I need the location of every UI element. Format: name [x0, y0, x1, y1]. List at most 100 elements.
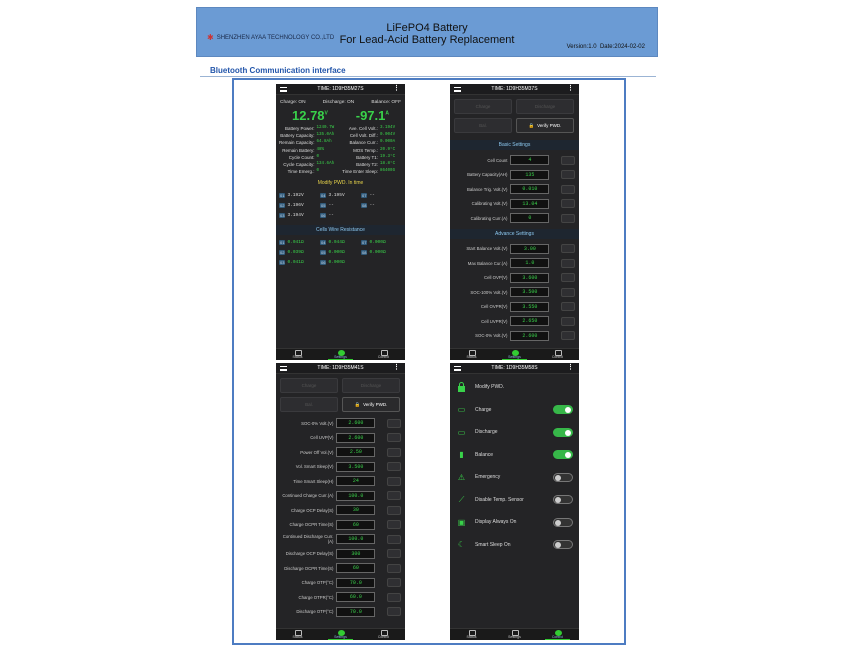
setting-send-button[interactable] — [561, 213, 575, 223]
setting-input[interactable]: 70.0 — [336, 577, 376, 588]
cell-item: 08 0.000Ω — [361, 248, 402, 256]
nav-status[interactable]: Status — [276, 349, 319, 360]
setting-send-button[interactable] — [561, 258, 575, 268]
setting-input[interactable]: 300 — [336, 548, 376, 559]
menu-icon[interactable] — [454, 87, 461, 92]
setting-input[interactable]: 3.600 — [510, 272, 550, 283]
modify-pwd-row[interactable]: Modify PWD. — [450, 376, 579, 399]
setting-send-button[interactable] — [561, 199, 575, 209]
setting-send-button[interactable] — [387, 592, 401, 602]
setting-send-button[interactable] — [561, 316, 575, 326]
setting-send-button[interactable] — [561, 184, 575, 194]
action-button-1[interactable]: Charge — [280, 378, 338, 393]
nav-control[interactable]: Control — [536, 629, 579, 640]
setting-input[interactable]: 2.50 — [336, 447, 376, 458]
toggle-row: ▣ Display Always On — [450, 511, 579, 534]
setting-send-button[interactable] — [387, 462, 401, 472]
menu-icon[interactable] — [454, 366, 461, 371]
setting-input[interactable]: 0 — [510, 213, 550, 224]
modify-pwd-label[interactable]: Modify PWD. In time — [276, 178, 405, 188]
setting-input[interactable]: 70.0 — [336, 606, 376, 617]
setting-send-button[interactable] — [387, 491, 401, 501]
more-icon[interactable]: ⋮ — [393, 363, 400, 372]
setting-input[interactable]: 60 — [336, 519, 376, 530]
setting-input[interactable]: 2.650 — [510, 316, 550, 327]
nav-status[interactable]: Status — [450, 629, 493, 640]
setting-input[interactable]: 3.00 — [510, 243, 550, 254]
nav-status[interactable]: Status — [276, 629, 319, 640]
setting-input[interactable]: 3.550 — [510, 301, 550, 312]
setting-input[interactable]: 0.010 — [510, 184, 550, 195]
setting-input[interactable]: 2.600 — [336, 432, 376, 443]
setting-input[interactable]: 2.600 — [336, 418, 376, 429]
setting-send-button[interactable] — [387, 520, 401, 530]
info-row: Time Enter Sleep: 86400S — [341, 168, 405, 175]
nav-settings[interactable]: Settings — [319, 349, 362, 360]
cell-value: 3.194V — [287, 212, 304, 218]
toggle-switch[interactable] — [553, 427, 573, 437]
setting-send-button[interactable] — [561, 287, 575, 297]
setting-input[interactable]: 1.0 — [510, 258, 550, 269]
setting-send-button[interactable] — [387, 433, 401, 443]
toggle-switch[interactable] — [553, 540, 573, 550]
setting-input[interactable]: 135 — [510, 169, 550, 180]
menu-icon[interactable] — [280, 366, 287, 371]
nav-settings[interactable]: Settings — [493, 349, 536, 360]
setting-input[interactable]: 30 — [336, 505, 376, 516]
action-button-1[interactable]: Charge — [454, 99, 512, 114]
nav-settings[interactable]: Settings — [493, 629, 536, 640]
setting-send-button[interactable] — [561, 302, 575, 312]
section-title: Bluetooth Communication interface — [210, 66, 346, 75]
action-button-2[interactable]: Discharge — [342, 378, 400, 393]
nav-status[interactable]: Status — [450, 349, 493, 360]
action-button-4[interactable]: 🔒 Verify PWD. — [342, 397, 400, 412]
action-button-3[interactable]: Bal. — [454, 118, 512, 133]
menu-icon[interactable] — [280, 87, 287, 92]
setting-send-button[interactable] — [561, 244, 575, 254]
setting-input[interactable]: 100.0 — [336, 534, 376, 545]
setting-input[interactable]: 3.500 — [336, 461, 376, 472]
setting-send-button[interactable] — [561, 170, 575, 180]
info-row: Time Emerg.: 0 — [277, 168, 341, 175]
nav-settings[interactable]: Settings — [319, 629, 362, 640]
action-button-2[interactable]: Discharge — [516, 99, 574, 114]
top-bar: TIME: 1D9H35M27S ⋮ — [276, 84, 405, 95]
more-icon[interactable]: ⋮ — [393, 84, 400, 93]
setting-input[interactable]: 60.0 — [336, 592, 376, 603]
setting-input[interactable]: 2.600 — [510, 330, 550, 341]
time-readout: TIME: 1D9H35M27S — [317, 86, 364, 92]
toggle-switch[interactable] — [553, 472, 573, 482]
setting-input[interactable]: 13.04 — [510, 198, 550, 209]
setting-input[interactable]: 100.0 — [336, 490, 376, 501]
action-button-3[interactable]: Bal. — [280, 397, 338, 412]
toggle-switch[interactable] — [553, 405, 573, 415]
setting-send-button[interactable] — [561, 155, 575, 165]
setting-send-button[interactable] — [561, 331, 575, 341]
nav-control[interactable]: Control — [536, 349, 579, 360]
top-bar: TIME: 1D9H35M41S ⋮ — [276, 363, 405, 374]
toggle-switch[interactable] — [553, 495, 573, 505]
setting-send-button[interactable] — [387, 607, 401, 617]
toggle-switch[interactable] — [553, 450, 573, 460]
more-icon[interactable]: ⋮ — [567, 363, 574, 372]
cell-number: 05 — [320, 249, 327, 255]
setting-send-button[interactable] — [387, 534, 401, 544]
setting-send-button[interactable] — [387, 476, 401, 486]
setting-send-button[interactable] — [387, 563, 401, 573]
setting-send-button[interactable] — [387, 549, 401, 559]
setting-input[interactable]: 60 — [336, 563, 376, 574]
setting-input[interactable]: 4 — [510, 155, 550, 166]
setting-send-button[interactable] — [387, 447, 401, 457]
more-icon[interactable]: ⋮ — [567, 84, 574, 93]
setting-input[interactable]: 24 — [336, 476, 376, 487]
setting-send-button[interactable] — [387, 505, 401, 515]
action-button-4[interactable]: 🔒 Verify PWD. — [516, 118, 574, 133]
toggle-switch[interactable] — [553, 517, 573, 527]
setting-input[interactable]: 3.500 — [510, 287, 550, 298]
setting-send-button[interactable] — [387, 578, 401, 588]
cell-value: 3.196V — [287, 202, 304, 208]
setting-send-button[interactable] — [387, 418, 401, 428]
nav-control[interactable]: Control — [362, 349, 405, 360]
nav-control[interactable]: Control — [362, 629, 405, 640]
setting-send-button[interactable] — [561, 273, 575, 283]
